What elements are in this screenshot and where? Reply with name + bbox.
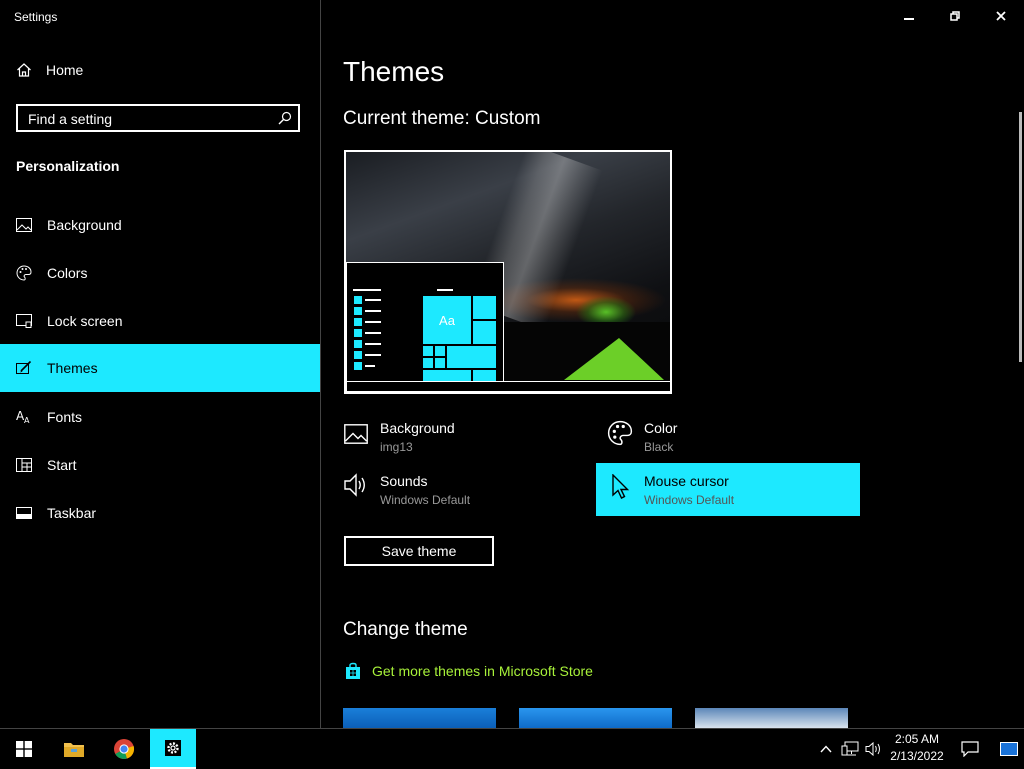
taskbar: 2:05 AM 2/13/2022: [0, 728, 1024, 769]
save-theme-button[interactable]: Save theme: [344, 536, 494, 566]
lock-screen-icon: [16, 313, 32, 329]
palette-icon: [607, 416, 633, 446]
preview-tent: [564, 338, 664, 380]
home-icon: [17, 63, 31, 77]
store-bag-icon: [346, 662, 360, 679]
setting-value: Windows Default: [380, 493, 471, 507]
sidebar-item-lock-screen[interactable]: Lock screen: [0, 297, 320, 345]
font-icon: AA: [16, 409, 32, 425]
show-desktop-button[interactable]: [994, 729, 1024, 769]
brush-icon: [16, 360, 32, 376]
setting-label: Color: [644, 420, 678, 436]
windows-start-icon: [16, 741, 32, 757]
close-button[interactable]: [978, 0, 1024, 32]
preview-taskbar: [346, 381, 670, 392]
scrollbar[interactable]: [1019, 112, 1022, 362]
setting-label: Background: [380, 420, 455, 436]
chevron-up-icon: [820, 745, 832, 753]
sidebar-item-taskbar[interactable]: Taskbar: [0, 489, 320, 537]
sidebar-item-label: Background: [47, 217, 122, 233]
sidebar: Settings Home Find a setting Personaliza…: [0, 0, 321, 728]
change-theme-heading: Change theme: [343, 619, 468, 640]
preview-tile-aa: Aa: [422, 295, 472, 345]
close-icon: [996, 11, 1006, 21]
start-button[interactable]: [0, 729, 48, 769]
setting-value: Black: [644, 440, 674, 454]
sidebar-item-start[interactable]: Start: [0, 441, 320, 489]
theme-background-setting[interactable]: Background img13: [343, 416, 583, 466]
setting-value: Windows Default: [644, 493, 735, 507]
main-content: Themes Current theme: Custom Aa Backgrou…: [321, 0, 1024, 728]
taskbar-icon: [16, 505, 32, 521]
setting-label: Mouse cursor: [644, 473, 729, 489]
page-title: Themes: [343, 56, 445, 87]
sidebar-item-background[interactable]: Background: [0, 201, 320, 249]
taskbar-clock[interactable]: 2:05 AM 2/13/2022: [886, 731, 948, 765]
search-input[interactable]: Find a setting: [16, 104, 300, 132]
chrome-icon: [114, 739, 135, 759]
show-hidden-icons-button[interactable]: [816, 729, 836, 769]
sidebar-item-label: Taskbar: [47, 505, 97, 521]
volume-icon: [865, 741, 880, 757]
theme-mouse-cursor-setting[interactable]: Mouse cursor Windows Default: [596, 463, 860, 516]
picture-icon: [16, 217, 32, 233]
network-icon: [841, 741, 859, 756]
network-button[interactable]: [838, 729, 862, 769]
setting-value: img13: [380, 440, 413, 454]
theme-thumbnail[interactable]: [519, 708, 672, 728]
palette-icon: [16, 265, 32, 281]
home-label: Home: [46, 62, 84, 78]
theme-color-setting[interactable]: Color Black: [607, 416, 847, 466]
sidebar-item-fonts[interactable]: AA Fonts: [0, 393, 320, 441]
microsoft-store-link[interactable]: Get more themes in Microsoft Store: [344, 662, 593, 680]
restore-icon: [950, 11, 960, 21]
sidebar-item-label: Fonts: [47, 409, 83, 425]
cursor-icon: [607, 463, 633, 499]
settings-icon: [165, 740, 181, 756]
preview-start-menu: Aa: [346, 262, 504, 386]
notification-icon: [961, 741, 979, 757]
clock-date: 2/13/2022: [890, 749, 944, 763]
chrome-button[interactable]: [100, 729, 148, 769]
file-explorer-button[interactable]: [50, 729, 98, 769]
desktop-icon: [1000, 742, 1018, 756]
home-link[interactable]: Home: [16, 62, 83, 78]
search-placeholder: Find a setting: [28, 111, 113, 127]
search-icon[interactable]: [278, 111, 292, 125]
sidebar-item-label: Lock screen: [47, 313, 123, 329]
sidebar-item-themes[interactable]: Themes: [0, 344, 320, 392]
section-heading: Personalization: [16, 158, 120, 174]
theme-preview: Aa: [344, 150, 672, 394]
start-icon: [16, 457, 32, 473]
action-center-button[interactable]: [956, 729, 984, 769]
svg-text:A: A: [24, 416, 30, 425]
picture-icon: [343, 416, 369, 444]
settings-taskbar-button[interactable]: [150, 729, 196, 769]
speaker-icon: [343, 463, 369, 497]
minimize-button[interactable]: [886, 0, 932, 32]
volume-button[interactable]: [862, 729, 886, 769]
theme-sounds-setting[interactable]: Sounds Windows Default: [343, 463, 583, 516]
sidebar-item-label: Themes: [47, 360, 98, 376]
theme-thumbnail[interactable]: [695, 708, 848, 728]
clock-time: 2:05 AM: [894, 732, 940, 746]
app-title: Settings: [14, 10, 58, 24]
file-explorer-icon: [64, 743, 84, 757]
theme-thumbnail[interactable]: [343, 708, 496, 728]
minimize-icon: [904, 18, 914, 20]
current-theme-heading: Current theme: Custom: [343, 108, 541, 129]
sidebar-item-label: Colors: [47, 265, 88, 281]
store-link-label: Get more themes in Microsoft Store: [372, 663, 593, 679]
setting-label: Sounds: [380, 473, 428, 489]
sidebar-item-label: Start: [47, 457, 77, 473]
restore-button[interactable]: [932, 0, 978, 32]
sidebar-item-colors[interactable]: Colors: [0, 249, 320, 297]
